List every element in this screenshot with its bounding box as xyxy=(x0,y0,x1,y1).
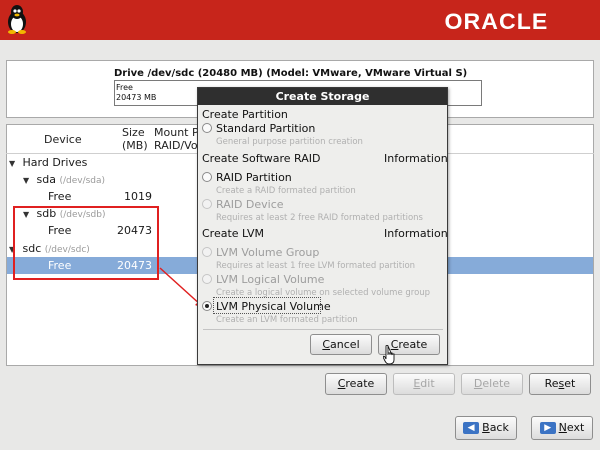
drive-segment-label: Free 20473 MB xyxy=(116,83,156,103)
radio-raid-device xyxy=(202,199,212,209)
radio-raid-partition[interactable] xyxy=(202,172,212,182)
next-arrow-icon: ▶ xyxy=(539,422,556,434)
raid-information-link[interactable]: Information xyxy=(384,152,448,165)
dialog-title: Create Storage xyxy=(198,88,447,105)
annotation-highlight-box xyxy=(13,206,159,280)
row-label: Hard Drives xyxy=(22,156,88,169)
delete-button: Delete xyxy=(461,373,523,395)
edit-button: Edit xyxy=(393,373,455,395)
column-size[interactable]: Size (MB) xyxy=(122,126,148,152)
column-device[interactable]: Device xyxy=(44,133,82,146)
lvm-volume-group-desc: Requires at least 1 free LVM formated pa… xyxy=(216,261,416,271)
expander-down-icon[interactable]: ▼ xyxy=(23,172,33,189)
lvm-physical-volume-desc: Create an LVM formated partition xyxy=(216,315,358,325)
drive-segment-size: 20473 MB xyxy=(116,93,157,102)
drive-title: Drive /dev/sdc (20480 MB) (Model: VMware… xyxy=(114,68,468,79)
drive-segment-free: Free xyxy=(116,83,133,92)
reset-button[interactable]: Reset xyxy=(529,373,591,395)
standard-partition-label[interactable]: Standard Partition xyxy=(216,122,315,135)
radio-standard-partition[interactable] xyxy=(202,123,212,133)
standard-partition-desc: General purpose partition creation xyxy=(216,137,363,147)
row-path: (/dev/sda) xyxy=(59,176,106,186)
raid-device-desc: Requires at least 2 free RAID formated p… xyxy=(216,213,423,223)
section-create-partition: Create Partition xyxy=(202,108,288,121)
section-create-lvm: Create LVM xyxy=(202,227,264,240)
expander-down-icon[interactable]: ▼ xyxy=(9,155,19,172)
lvm-information-link[interactable]: Information xyxy=(384,227,448,240)
dialog-separator xyxy=(203,329,443,330)
lvm-logical-volume-label: LVM Logical Volume xyxy=(216,273,325,286)
create-button[interactable]: Create xyxy=(325,373,387,395)
radio-lvm-logical-volume xyxy=(202,274,212,284)
next-button[interactable]: ▶ Next xyxy=(531,416,593,440)
back-button[interactable]: ◀ Back xyxy=(455,416,517,440)
raid-partition-label[interactable]: RAID Partition xyxy=(216,171,292,184)
back-arrow-icon: ◀ xyxy=(463,422,480,434)
oracle-logo: ORACLE xyxy=(444,9,549,34)
tux-penguin-icon xyxy=(8,5,26,34)
section-create-raid: Create Software RAID xyxy=(202,152,321,165)
column-size-line1: Size xyxy=(122,126,145,139)
lvm-volume-group-label: LVM Volume Group xyxy=(216,246,320,259)
dialog-cancel-button[interactable]: Cancel xyxy=(310,334,372,355)
radio-lvm-volume-group xyxy=(202,247,212,257)
radio-lvm-physical-volume-selected[interactable] xyxy=(202,301,212,311)
lvm-physical-volume-label[interactable]: LVM Physical Volume xyxy=(216,300,331,313)
row-size: 1019 xyxy=(124,190,152,203)
raid-device-label: RAID Device xyxy=(216,198,284,211)
row-label: sda xyxy=(36,173,56,186)
hand-cursor-icon xyxy=(383,345,395,365)
column-size-line2: (MB) xyxy=(122,139,148,152)
raid-partition-desc: Create a RAID formated partition xyxy=(216,186,356,196)
row-label: Free xyxy=(48,190,72,203)
